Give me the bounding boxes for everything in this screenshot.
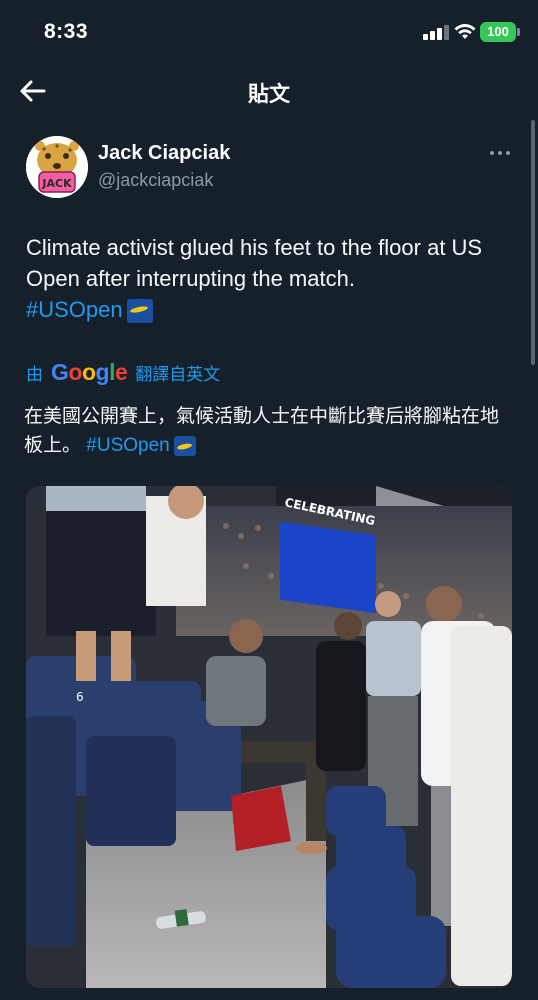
translated-hashtag[interactable]: #USOpen (86, 435, 169, 456)
translation-prefix: 由 (26, 364, 43, 384)
wifi-icon (454, 24, 476, 39)
avatar-text: JACK (41, 177, 72, 190)
google-logo-letter: g (95, 358, 110, 385)
avatar[interactable]: JACK (26, 136, 88, 198)
google-logo: Google (51, 358, 128, 386)
scoreboard (280, 521, 376, 614)
translation-suffix: 翻譯自英文 (135, 364, 221, 384)
status-time: 8:33 (44, 20, 89, 43)
status-bar: 8:33 100 (0, 0, 538, 64)
us-open-flag-emoji (126, 299, 153, 324)
google-logo-letter: G (51, 358, 69, 385)
translated-text: 在美國公開賽上，氣候活動人士在中斷比賽后將腳粘在地板上。 #USOpen (24, 402, 514, 460)
translation-attribution[interactable]: 由 Google 翻譯自英文 (26, 358, 220, 386)
google-logo-letter: o (68, 358, 82, 385)
author-name[interactable]: Jack Ciapciak (98, 142, 230, 165)
stadium-photo: CELEBRATING 6 (26, 486, 512, 988)
tweet-body: Climate activist glued his feet to the f… (26, 235, 483, 291)
tweet-text: Climate activist glued his feet to the f… (26, 232, 516, 325)
tweet-hashtag[interactable]: #USOpen (26, 297, 123, 322)
avatar-leopard-image: JACK (26, 136, 88, 198)
scrollbar[interactable] (531, 120, 535, 365)
signal-icon (423, 24, 449, 40)
tweet-photo[interactable]: CELEBRATING 6 (26, 486, 512, 988)
post-header: 貼文 (0, 64, 538, 120)
us-open-flag-emoji (173, 435, 196, 456)
author-handle[interactable]: @jackciapciak (98, 170, 213, 191)
google-logo-letter: o (81, 358, 96, 385)
battery-cap (517, 28, 520, 36)
seat-number: 6 (76, 690, 84, 704)
more-options-icon[interactable] (488, 145, 512, 161)
google-logo-letter: e (114, 358, 128, 385)
page-title: 貼文 (248, 83, 290, 106)
battery-icon: 100 (480, 22, 516, 42)
